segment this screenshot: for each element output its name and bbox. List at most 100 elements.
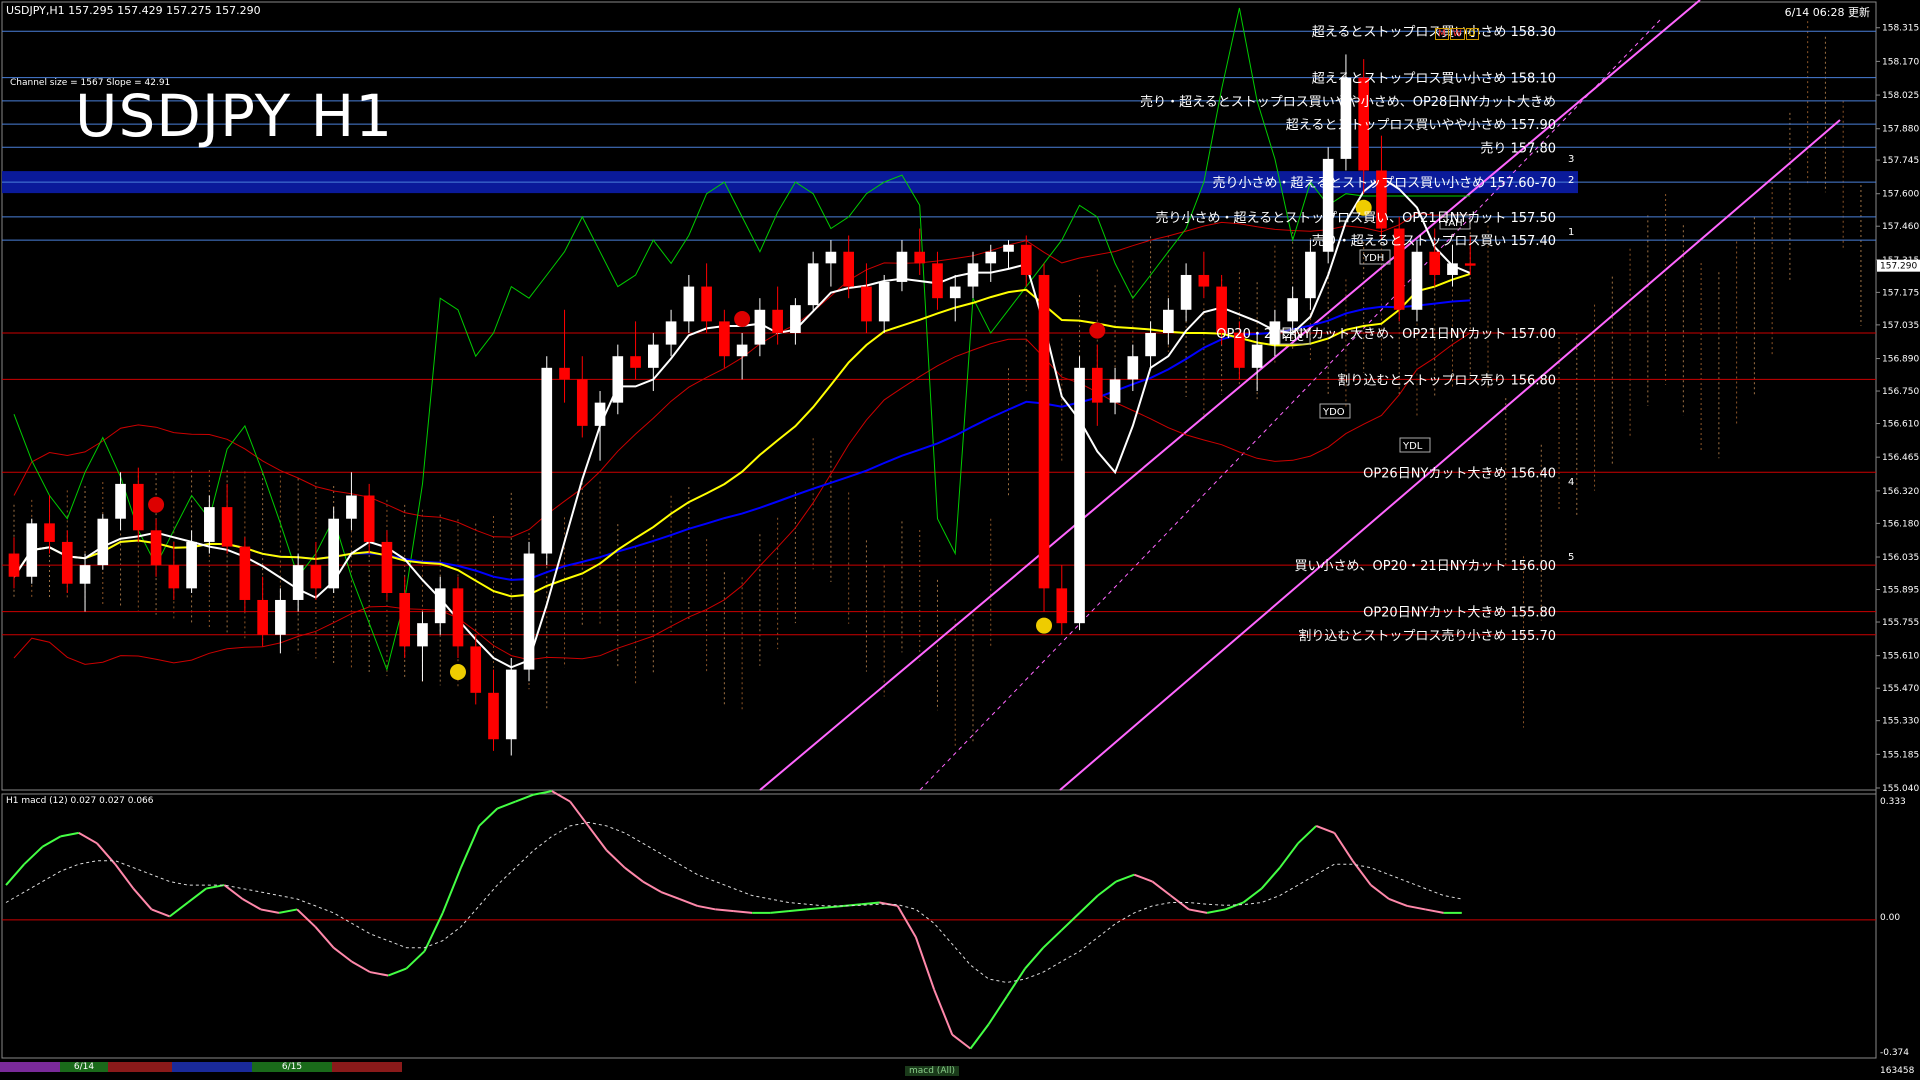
- level-label: 売り 157.80: [1480, 140, 1556, 156]
- macd-segment: [733, 910, 753, 914]
- candle-body: [541, 367, 553, 554]
- price-tick-label: 157.175: [1882, 288, 1919, 298]
- macd-segment: [1115, 873, 1135, 883]
- candle-body: [1429, 251, 1441, 275]
- macd-segment: [1151, 880, 1172, 897]
- candle-body: [150, 530, 162, 566]
- candle-body: [1020, 244, 1032, 275]
- price-tick-label: 155.470: [1882, 684, 1919, 694]
- candle-body: [683, 286, 695, 322]
- level-label: 割り込むとストップロス売り小さめ 155.70: [1298, 628, 1556, 644]
- candle-body: [1447, 263, 1458, 275]
- macd-segment: [1224, 901, 1244, 911]
- macd-segment: [441, 867, 462, 914]
- candle-body: [1464, 263, 1476, 266]
- bottom-right-value: 163458: [1880, 1066, 1915, 1076]
- price-tick-label: 156.610: [1882, 420, 1919, 430]
- candle-body: [1198, 274, 1210, 287]
- signal-mark: [449, 664, 466, 680]
- candle-body: [221, 507, 233, 547]
- macd-segment: [1407, 904, 1426, 911]
- bollinger-lower: [13, 332, 1471, 665]
- macd-segment: [387, 967, 407, 977]
- macd-scroll-label[interactable]: macd (All): [905, 1066, 959, 1076]
- price-tick-label: 157.600: [1882, 190, 1919, 200]
- candle-body: [328, 518, 339, 589]
- candle-body: [346, 495, 357, 519]
- channel-line: [919, 19, 1661, 791]
- candle-body: [594, 402, 606, 426]
- level-tag: YDH: [1362, 253, 1384, 264]
- macd-segment: [332, 946, 353, 963]
- candle-body: [257, 599, 268, 635]
- candle-body: [186, 541, 197, 589]
- candle-body: [1305, 251, 1316, 299]
- macd-segment: [242, 898, 262, 911]
- macd-segment: [697, 904, 716, 911]
- macd-segment: [515, 793, 535, 803]
- channel-marker: 5: [1568, 552, 1574, 563]
- candle-body: [701, 286, 712, 322]
- last-price-label: 157.290: [1880, 262, 1917, 272]
- macd-segment: [1425, 908, 1444, 914]
- candle-body: [310, 565, 322, 589]
- candle-body: [1074, 367, 1085, 624]
- candle-body: [932, 263, 943, 299]
- macd-segment: [1260, 867, 1281, 890]
- candle-body: [1163, 309, 1174, 333]
- candle-body: [1003, 244, 1014, 252]
- macd-segment: [460, 825, 481, 869]
- page-title: USDJPY H1: [75, 82, 394, 150]
- price-tick-label: 156.180: [1882, 519, 1919, 529]
- candle-body: [132, 483, 144, 531]
- macd-segment: [1188, 908, 1208, 914]
- macd-segment: [23, 846, 44, 865]
- candle-body: [434, 588, 446, 624]
- macd-axis-zero: 0.00: [1880, 913, 1901, 923]
- candle-body: [292, 565, 304, 600]
- macd-segment: [969, 1023, 990, 1050]
- price-tick-label: 155.895: [1882, 586, 1919, 596]
- price-axis: 158.315 158.170 158.025 157.880 157.745 157.6…: [1876, 24, 1920, 794]
- signal-mark: [734, 311, 751, 327]
- candle-body: [363, 495, 375, 542]
- candle-body: [399, 593, 411, 647]
- candle-body: [878, 281, 890, 322]
- candle-body: [44, 523, 55, 542]
- candle-body: [1287, 298, 1298, 322]
- level-label: 超えるとストップロス買いやや小さめ 157.90: [1286, 118, 1556, 133]
- candle-body: [985, 251, 997, 264]
- candle-body: [1180, 274, 1192, 310]
- candle-body: [754, 309, 766, 345]
- candle-body: [647, 344, 659, 368]
- macd-segment: [933, 989, 954, 1036]
- chart-canvas: YDCYDOYDHYDLYAH 超えるとストップロス買い小さめ 158.30超え…: [1, 0, 1920, 1059]
- level-tag: YDO: [1322, 407, 1345, 418]
- macd-segment: [1279, 842, 1299, 869]
- mdw-tag: W: [1449, 28, 1465, 40]
- mdw-tag: M: [1435, 28, 1449, 40]
- date-cell: [172, 1062, 252, 1072]
- candle-body: [275, 599, 286, 635]
- macd-segment: [1370, 884, 1390, 900]
- candle-body: [665, 321, 677, 345]
- macd-segment: [569, 800, 590, 827]
- price-tick-label: 155.330: [1882, 717, 1919, 727]
- candle-body: [861, 286, 872, 322]
- level-label: 売り・超えるとストップロス買い 157.40: [1312, 233, 1556, 249]
- price-tick-label: 157.745: [1882, 156, 1919, 166]
- macd-segment: [41, 835, 62, 848]
- candle-body: [1251, 344, 1263, 368]
- candle-body: [914, 251, 926, 264]
- candle-body: [559, 367, 570, 380]
- macd-segment: [496, 800, 516, 810]
- macd-segment: [914, 936, 936, 990]
- macd-layer: [2, 790, 1876, 1050]
- macd-segment: [78, 832, 98, 845]
- level-label: 売り小さめ・超えるとストップロス買い小さめ 157.60-70: [1213, 175, 1556, 191]
- macd-axis-top: 0.333: [1880, 797, 1906, 807]
- candle-body: [168, 565, 180, 589]
- price-tick-label: 158.170: [1882, 57, 1919, 67]
- price-tick-label: 155.185: [1882, 750, 1919, 760]
- price-tick-label: 157.880: [1882, 125, 1919, 135]
